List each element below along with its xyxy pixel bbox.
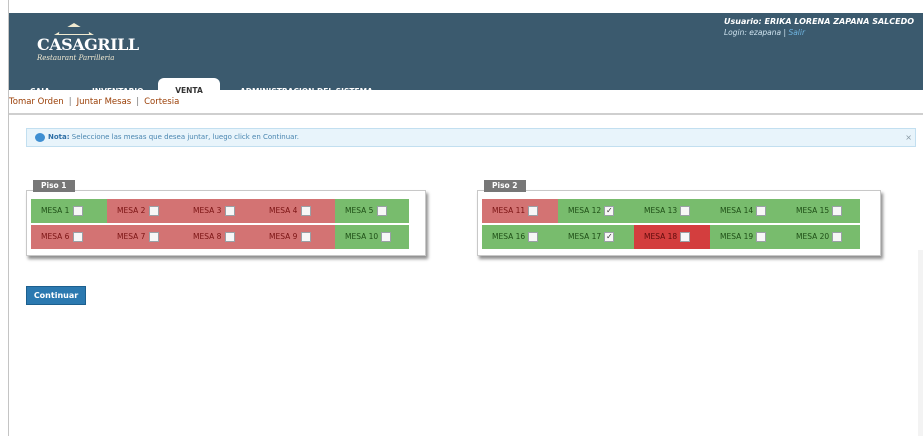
table-label: MESA 16: [492, 232, 526, 241]
user-login: Login: ezapana | Salir: [724, 28, 914, 37]
floor-title: Piso 1: [33, 180, 75, 192]
table-label: MESA 14: [720, 206, 754, 215]
table-cell[interactable]: MESA 18: [634, 225, 710, 249]
sub-navigation: Tomar Orden | Juntar Mesas | Cortesia: [9, 97, 180, 107]
user-info: Usuario: ERIKA LORENA ZAPANA SALCEDO Log…: [724, 17, 914, 37]
table-label: MESA 12: [568, 206, 602, 215]
table-checkbox[interactable]: [301, 232, 311, 242]
table-checkbox[interactable]: [73, 206, 83, 216]
table-label: MESA 5: [345, 206, 374, 215]
table-cell[interactable]: MESA 15: [786, 199, 860, 223]
table-cell[interactable]: MESA 6: [31, 225, 107, 249]
table-label: MESA 8: [193, 232, 222, 241]
table-cell[interactable]: MESA 13: [634, 199, 710, 223]
table-checkbox[interactable]: [149, 232, 159, 242]
table-label: MESA 11: [492, 206, 526, 215]
table-cell[interactable]: MESA 3: [183, 199, 259, 223]
table-cell[interactable]: MESA 16: [482, 225, 558, 249]
login-text: Login: ezapana |: [724, 28, 787, 37]
table-label: MESA 7: [117, 232, 146, 241]
table-checkbox[interactable]: [301, 206, 311, 216]
table-checkbox[interactable]: [381, 232, 391, 242]
table-checkbox[interactable]: [604, 199, 614, 223]
table-label: MESA 13: [644, 206, 678, 215]
table-cell[interactable]: MESA 8: [183, 225, 259, 249]
continue-button[interactable]: Continuar: [26, 286, 86, 305]
table-checkbox[interactable]: [832, 206, 842, 216]
table-label: MESA 6: [41, 232, 70, 241]
info-note: Nota: Seleccione las mesas que desea jun…: [26, 128, 916, 147]
floor-title: Piso 2: [484, 180, 526, 192]
table-cell[interactable]: MESA 11: [482, 199, 558, 223]
tab-administracion[interactable]: ADMINISTRACION DEL SISTEMA: [240, 81, 373, 103]
table-checkbox[interactable]: [756, 232, 766, 242]
logo-tagline: Restaurant Parrilleria: [37, 54, 115, 62]
speech-bubble-icon: [35, 132, 45, 142]
table-label: MESA 4: [269, 206, 298, 215]
table-label: MESA 2: [117, 206, 146, 215]
table-cell[interactable]: MESA 9: [259, 225, 335, 249]
table-checkbox[interactable]: [528, 232, 538, 242]
table-checkbox[interactable]: [377, 206, 387, 216]
subnav-cortesia[interactable]: Cortesia: [144, 97, 179, 107]
table-label: MESA 10: [345, 232, 379, 241]
subnav-divider: [9, 113, 923, 115]
table-label: MESA 3: [193, 206, 222, 215]
table-checkbox[interactable]: [528, 206, 538, 216]
casagrill-logo: CASAGRILL Restaurant Parrilleria: [34, 21, 144, 71]
close-icon[interactable]: ×: [905, 129, 912, 146]
table-label: MESA 1: [41, 206, 70, 215]
table-cell[interactable]: MESA 12: [558, 199, 634, 223]
table-cell[interactable]: MESA 5: [335, 199, 409, 223]
table-cell[interactable]: MESA 14: [710, 199, 786, 223]
floor-panel-2: Piso 2 MESA 11 MESA 12 MESA 13 MESA 14 MESA …: [477, 180, 881, 256]
table-checkbox[interactable]: [680, 232, 690, 242]
logout-link[interactable]: Salir: [788, 28, 805, 37]
table-checkbox[interactable]: [680, 206, 690, 216]
table-cell[interactable]: MESA 17: [558, 225, 634, 249]
table-label: MESA 18: [644, 232, 678, 241]
note-text: Seleccione las mesas que desea juntar, l…: [71, 133, 299, 141]
app-header: CASAGRILL Restaurant Parrilleria Usuario…: [9, 13, 923, 103]
table-cell[interactable]: MESA 4: [259, 199, 335, 223]
table-checkbox[interactable]: [604, 225, 614, 249]
table-label: MESA 19: [720, 232, 754, 241]
floor-panel-1: Piso 1 MESA 1 MESA 2 MESA 3 MESA 4 MESA 5 MES…: [26, 180, 426, 256]
table-checkbox[interactable]: [225, 232, 235, 242]
table-cell[interactable]: MESA 10: [335, 225, 409, 249]
table-cell[interactable]: MESA 1: [31, 199, 107, 223]
table-label: MESA 20: [796, 232, 830, 241]
user-name: Usuario: ERIKA LORENA ZAPANA SALCEDO: [724, 17, 915, 26]
table-label: MESA 15: [796, 206, 830, 215]
table-cell[interactable]: MESA 19: [710, 225, 786, 249]
table-cell[interactable]: MESA 2: [107, 199, 183, 223]
table-cell[interactable]: MESA 20: [786, 225, 860, 249]
logo-brand: CASAGRILL: [37, 35, 139, 54]
subnav-tomar-orden[interactable]: Tomar Orden: [9, 97, 64, 107]
table-checkbox[interactable]: [832, 232, 842, 242]
table-checkbox[interactable]: [225, 206, 235, 216]
table-checkbox[interactable]: [756, 206, 766, 216]
table-cell[interactable]: MESA 7: [107, 225, 183, 249]
table-label: MESA 9: [269, 232, 298, 241]
table-checkbox[interactable]: [73, 232, 83, 242]
note-label: Nota:: [48, 133, 70, 141]
table-checkbox[interactable]: [149, 206, 159, 216]
subnav-juntar-mesas[interactable]: Juntar Mesas: [77, 97, 132, 107]
table-label: MESA 17: [568, 232, 602, 241]
